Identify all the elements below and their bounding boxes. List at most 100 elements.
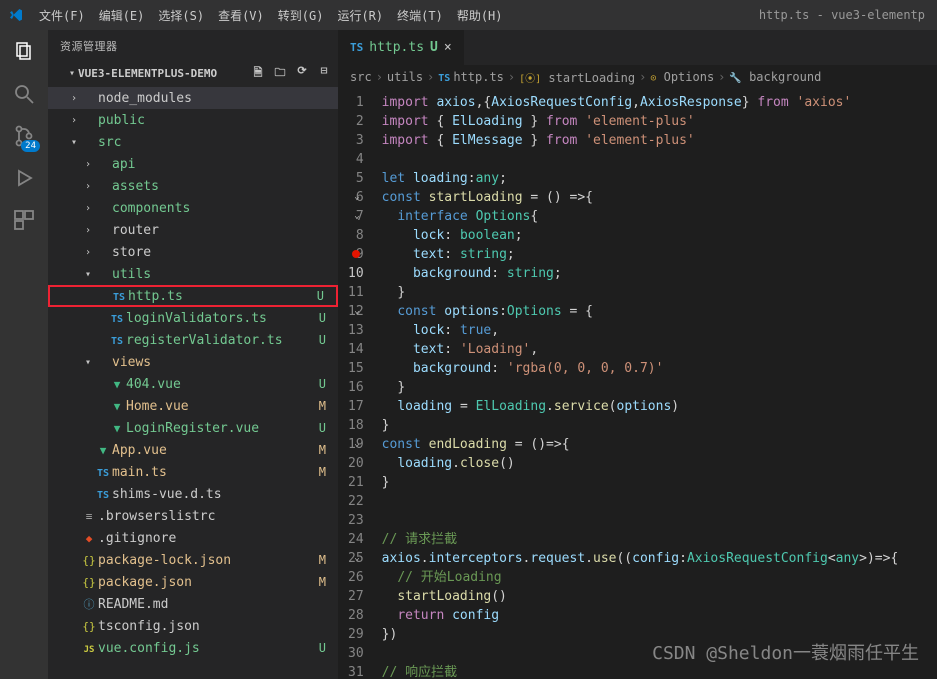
menu-item[interactable]: 转到(G): [271, 3, 331, 28]
scm-status: M: [315, 553, 330, 567]
folder-item[interactable]: ▾views: [48, 351, 338, 373]
project-root[interactable]: ▾ VUE3-ELEMENTPLUS-DEMO 🗎 🗀 ⟳ ⊟: [48, 62, 338, 85]
breadcrumb-item[interactable]: 🔧 background: [729, 70, 821, 84]
breadcrumb-item[interactable]: utils: [387, 70, 423, 84]
code-line[interactable]: loading.close(): [382, 454, 899, 473]
code-line[interactable]: // 请求拦截: [382, 530, 899, 549]
code-line[interactable]: return config: [382, 606, 899, 625]
code-line[interactable]: lock: true,: [382, 321, 899, 340]
file-item[interactable]: TSshims-vue.d.ts: [48, 483, 338, 505]
file-item[interactable]: {}package-lock.jsonM: [48, 549, 338, 571]
folder-item[interactable]: ›router: [48, 219, 338, 241]
code-line[interactable]: import { ElMessage } from 'element-plus': [382, 131, 899, 150]
code-line[interactable]: lock: boolean;: [382, 226, 899, 245]
code-line[interactable]: [382, 644, 899, 663]
code-line[interactable]: background: string;: [382, 264, 899, 283]
menu-item[interactable]: 文件(F): [32, 3, 92, 28]
refresh-icon[interactable]: ⟳: [294, 64, 310, 83]
fold-icon[interactable]: ⌄: [354, 435, 359, 454]
collapse-icon[interactable]: ⊟: [316, 64, 332, 83]
code-line[interactable]: const startLoading = () =>{: [382, 188, 899, 207]
cfg-file-icon: ≡: [80, 510, 98, 523]
file-item[interactable]: TSloginValidators.tsU: [48, 307, 338, 329]
file-item[interactable]: {}package.jsonM: [48, 571, 338, 593]
breadcrumb-item[interactable]: src: [350, 70, 372, 84]
editor-tabs: TS http.ts U ×: [338, 30, 937, 65]
close-icon[interactable]: ×: [444, 40, 452, 55]
breadcrumb-item[interactable]: TShttp.ts: [438, 70, 504, 84]
line-number: 1: [348, 93, 364, 112]
file-item[interactable]: ⓘREADME.md: [48, 593, 338, 615]
code-line[interactable]: [382, 150, 899, 169]
breadcrumb-item[interactable]: [⦿] startLoading: [519, 70, 635, 85]
extensions-icon[interactable]: [10, 206, 38, 234]
folder-item[interactable]: ›components: [48, 197, 338, 219]
fold-icon[interactable]: ⌄: [354, 188, 359, 207]
code-line[interactable]: text: 'Loading',: [382, 340, 899, 359]
code-line[interactable]: import axios,{AxiosRequestConfig,AxiosRe…: [382, 93, 899, 112]
code-line[interactable]: }: [382, 473, 899, 492]
code-line[interactable]: const options:Options = {: [382, 302, 899, 321]
code-line[interactable]: [382, 492, 899, 511]
source-control-icon[interactable]: 24: [10, 122, 38, 150]
code-line[interactable]: loading = ElLoading.service(options): [382, 397, 899, 416]
file-item[interactable]: ◆.gitignore: [48, 527, 338, 549]
menu-item[interactable]: 帮助(H): [450, 3, 510, 28]
file-item[interactable]: TSregisterValidator.tsU: [48, 329, 338, 351]
folder-item[interactable]: ›store: [48, 241, 338, 263]
folder-item[interactable]: ›node_modules: [48, 87, 338, 109]
file-item[interactable]: ≡.browserslistrc: [48, 505, 338, 527]
code-line[interactable]: [382, 511, 899, 530]
folder-item[interactable]: ›api: [48, 153, 338, 175]
code-editor[interactable]: 123456⌄7⌄89101112⌄13141516171819⌄2021222…: [338, 89, 937, 679]
new-file-icon[interactable]: 🗎: [250, 64, 266, 83]
code-line[interactable]: }: [382, 378, 899, 397]
file-item[interactable]: {}tsconfig.json: [48, 615, 338, 637]
code-line[interactable]: const endLoading = ()=>{: [382, 435, 899, 454]
tab-http-ts[interactable]: TS http.ts U ×: [338, 30, 465, 65]
json-file-icon: {}: [80, 576, 98, 589]
menu-item[interactable]: 终端(T): [390, 3, 450, 28]
menu-item[interactable]: 运行(R): [330, 3, 390, 28]
scm-status: U: [315, 641, 330, 655]
project-name: VUE3-ELEMENTPLUS-DEMO: [78, 67, 217, 80]
code-content[interactable]: import axios,{AxiosRequestConfig,AxiosRe…: [382, 89, 899, 679]
fold-icon[interactable]: ⌄: [354, 207, 359, 226]
code-line[interactable]: }): [382, 625, 899, 644]
code-line[interactable]: text: string;: [382, 245, 899, 264]
file-item[interactable]: ▼Home.vueM: [48, 395, 338, 417]
code-line[interactable]: let loading:any;: [382, 169, 899, 188]
folder-item[interactable]: ›assets: [48, 175, 338, 197]
code-line[interactable]: }: [382, 416, 899, 435]
titlebar: 文件(F)编辑(E)选择(S)查看(V)转到(G)运行(R)终端(T)帮助(H)…: [0, 0, 937, 30]
breakpoint-icon[interactable]: [352, 250, 360, 258]
folder-item[interactable]: ›public: [48, 109, 338, 131]
file-item[interactable]: ▼LoginRegister.vueU: [48, 417, 338, 439]
file-item[interactable]: ▼App.vueM: [48, 439, 338, 461]
new-folder-icon[interactable]: 🗀: [272, 64, 288, 83]
code-line[interactable]: interface Options{: [382, 207, 899, 226]
file-item[interactable]: JSvue.config.jsU: [48, 637, 338, 659]
breadcrumb-item[interactable]: ⊙ Options: [650, 70, 714, 84]
menu-item[interactable]: 选择(S): [151, 3, 211, 28]
code-line[interactable]: import { ElLoading } from 'element-plus': [382, 112, 899, 131]
explorer-icon[interactable]: [10, 38, 38, 66]
fold-icon[interactable]: ⌄: [354, 549, 359, 568]
menu-item[interactable]: 查看(V): [211, 3, 271, 28]
run-debug-icon[interactable]: [10, 164, 38, 192]
code-line[interactable]: startLoading(): [382, 587, 899, 606]
code-line[interactable]: background: 'rgba(0, 0, 0, 0.7)': [382, 359, 899, 378]
code-line[interactable]: axios.interceptors.request.use((config:A…: [382, 549, 899, 568]
folder-item[interactable]: ▾utils: [48, 263, 338, 285]
file-item[interactable]: ▼404.vueU: [48, 373, 338, 395]
breadcrumbs[interactable]: src›utils›TShttp.ts›[⦿] startLoading›⊙ O…: [338, 65, 937, 89]
code-line[interactable]: // 响应拦截: [382, 663, 899, 679]
menu-item[interactable]: 编辑(E): [92, 3, 152, 28]
search-icon[interactable]: [10, 80, 38, 108]
code-line[interactable]: }: [382, 283, 899, 302]
folder-item[interactable]: ▾src: [48, 131, 338, 153]
file-item[interactable]: TSmain.tsM: [48, 461, 338, 483]
fold-icon[interactable]: ⌄: [354, 302, 359, 321]
file-item[interactable]: TShttp.tsU: [48, 285, 338, 307]
code-line[interactable]: // 开始Loading: [382, 568, 899, 587]
